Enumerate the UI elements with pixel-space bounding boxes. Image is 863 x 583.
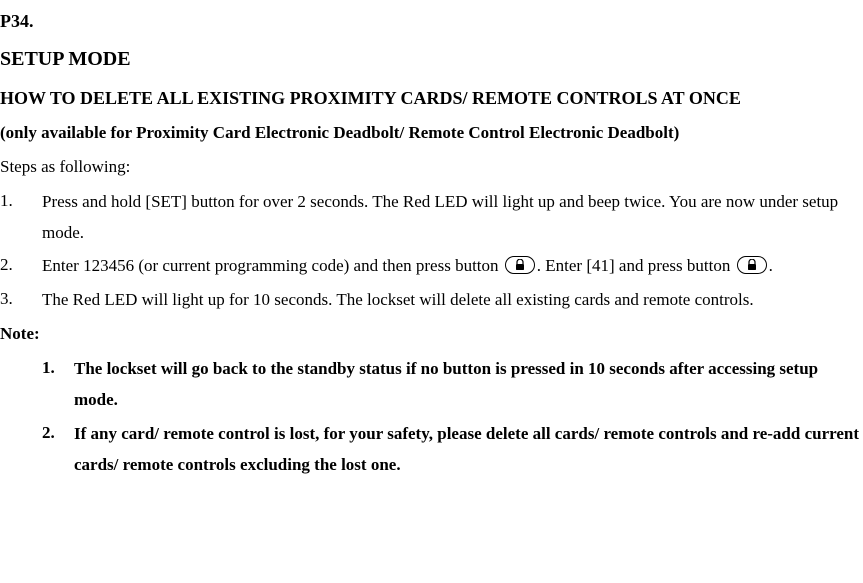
note-number: 1. (42, 353, 74, 416)
note-text: The lockset will go back to the standby … (74, 353, 863, 416)
lock-button-icon (505, 256, 535, 274)
note-label: Note: (0, 319, 863, 349)
step-number: 3. (0, 284, 42, 315)
availability-note: (only available for Proximity Card Elect… (0, 118, 863, 148)
steps-list: 1. Press and hold [SET] button for over … (0, 186, 863, 316)
steps-intro: Steps as following: (0, 152, 863, 182)
page-number: P34. (0, 6, 863, 38)
note-number: 2. (42, 418, 74, 481)
step-text-after: . (769, 256, 773, 275)
section-title: SETUP MODE (0, 42, 863, 77)
step-text: The Red LED will light up for 10 seconds… (42, 284, 863, 315)
lock-button-icon (737, 256, 767, 274)
notes-list: 1. The lockset will go back to the stand… (0, 353, 863, 481)
step-text: Enter 123456 (or current programming cod… (42, 250, 863, 281)
list-item: 3. The Red LED will light up for 10 seco… (0, 284, 863, 315)
step-text-mid: . Enter [41] and press button (537, 256, 735, 275)
note-text: If any card/ remote control is lost, for… (74, 418, 863, 481)
list-item: 1. Press and hold [SET] button for over … (0, 186, 863, 249)
step-text: Press and hold [SET] button for over 2 s… (42, 186, 863, 249)
step-number: 2. (0, 250, 42, 281)
step-number: 1. (0, 186, 42, 249)
list-item: 2. Enter 123456 (or current programming … (0, 250, 863, 281)
section-subtitle: HOW TO DELETE ALL EXISTING PROXIMITY CAR… (0, 83, 863, 115)
step-text-before: Enter 123456 (or current programming cod… (42, 256, 503, 275)
list-item: 1. The lockset will go back to the stand… (42, 353, 863, 416)
list-item: 2. If any card/ remote control is lost, … (42, 418, 863, 481)
